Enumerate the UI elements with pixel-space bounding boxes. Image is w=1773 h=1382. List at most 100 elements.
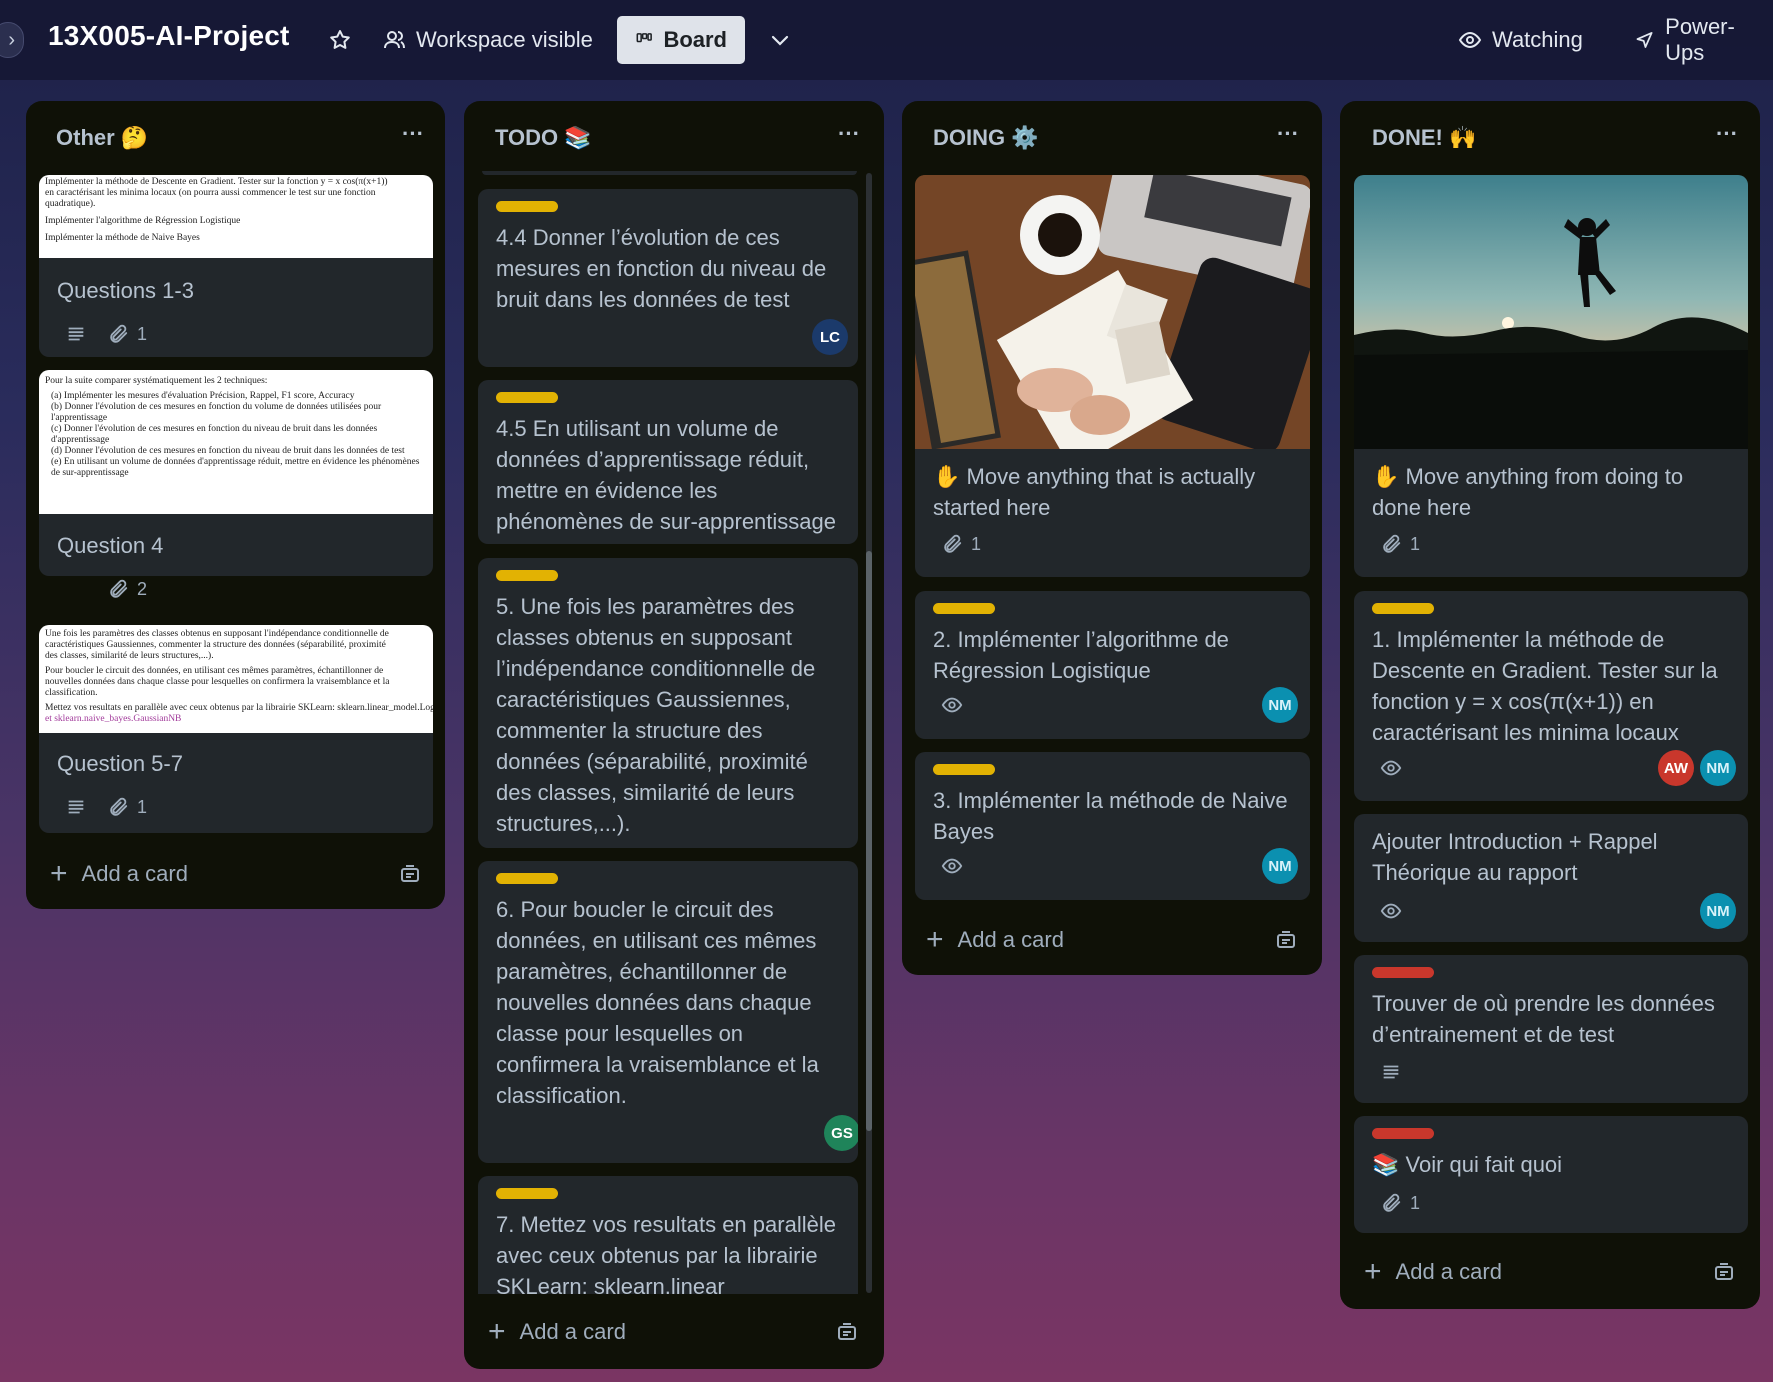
watching-button[interactable]: Watching (1446, 16, 1595, 64)
card-6[interactable]: 6. Pour boucler le circuit des données, … (478, 861, 858, 1163)
card-title: Ajouter Introduction + Rappel Théorique … (1372, 829, 1658, 885)
avatar[interactable]: AW (1658, 750, 1694, 786)
plus-icon: + (50, 857, 68, 890)
card-title: 3. Implémenter la méthode de Naive Bayes (933, 788, 1288, 844)
chevron-down-icon (771, 35, 789, 46)
card-descente-gradient[interactable]: 1. Implémenter la méthode de Descente en… (1354, 591, 1748, 801)
list-title[interactable]: DONE! 🙌 (1372, 125, 1476, 151)
card-4-4[interactable]: 4.4 Donner l’évolution de ces mesures en… (478, 189, 858, 367)
card-donnees-entrainement[interactable]: Trouver de où prendre les données d’entr… (1354, 955, 1748, 1103)
label-yellow (496, 392, 558, 403)
attachments-badge: 1 (107, 323, 147, 345)
card-title: 📚 Voir qui fait quoi (1372, 1152, 1563, 1177)
card-title: 5. Une fois les paramètres des classes o… (496, 594, 816, 836)
card-7[interactable]: 7. Mettez vos resultats en parallèle ave… (478, 1176, 858, 1294)
list-menu-button[interactable]: ··· (396, 121, 430, 151)
board-icon (636, 33, 652, 43)
view-switcher-button[interactable] (756, 16, 804, 64)
card-title: Question 4 (57, 533, 164, 558)
cover-line: nouvelles données dans chaque classe pou… (45, 677, 390, 687)
card-questions-1-3[interactable]: Implémenter la méthode de Descente en Gr… (39, 175, 433, 357)
attachments-count: 1 (971, 533, 982, 554)
list-menu-button[interactable]: ··· (832, 121, 866, 151)
workspace-visibility-button[interactable]: Workspace visible (370, 16, 605, 64)
watching-icon (1380, 903, 1402, 919)
card-4-5[interactable]: 4.5 En utilisant un volume de données d’… (478, 380, 858, 544)
expand-sidebar-button[interactable]: › (0, 22, 24, 58)
plus-icon: + (488, 1315, 506, 1348)
plus-icon: + (1364, 1255, 1382, 1288)
card-title: 4.4 Donner l’évolution de ces mesures en… (496, 225, 827, 312)
label-yellow (933, 764, 995, 775)
cover-line: (c) Donner l'évolution de ces mesures en… (51, 424, 378, 445)
card-introduction-rappel[interactable]: Ajouter Introduction + Rappel Théorique … (1354, 814, 1748, 942)
card-cover-image: Implémenter la méthode de Descente en Gr… (39, 175, 433, 258)
attachments-count: 1 (1410, 533, 1421, 554)
card-move-started[interactable]: ✋ Move anything that is actually started… (915, 175, 1310, 577)
create-from-template-icon[interactable] (1274, 929, 1298, 953)
cover-line: (e) En utilisant un volume de données d'… (51, 457, 420, 478)
avatar[interactable]: NM (1700, 893, 1736, 929)
add-card-button[interactable]: + Add a card (926, 925, 1064, 955)
card-title: Questions 1-3 (57, 278, 194, 303)
card-title: 4.5 En utilisant un volume de données d’… (496, 416, 837, 534)
cover-line: (a) Implémenter les mesures d'évaluation… (51, 391, 355, 401)
list-title[interactable]: Other 🤔 (56, 125, 148, 151)
label-red (1372, 1128, 1434, 1139)
board-view-label: Board (663, 27, 727, 52)
card-5[interactable]: 5. Une fois les paramètres des classes o… (478, 558, 858, 848)
paperclip-icon (110, 324, 128, 343)
list-other: Other 🤔 ··· Implémenter la méthode de De… (26, 101, 445, 909)
list-title[interactable]: TODO 📚 (495, 125, 592, 151)
cover-line: en caractérisant les minima locaux (on p… (45, 188, 376, 198)
list-menu-button[interactable]: ··· (1710, 121, 1744, 151)
card-naive-bayes[interactable]: 3. Implémenter la méthode de Naive Bayes… (915, 752, 1310, 900)
power-ups-button[interactable]: Power-Ups (1622, 14, 1773, 65)
list-todo: TODO 📚 ··· 4.4 Donner l’évolution de ces… (464, 101, 884, 1369)
avatar[interactable]: NM (1700, 750, 1736, 786)
label-yellow (496, 1188, 558, 1199)
avatar[interactable]: NM (1262, 848, 1298, 884)
description-icon (68, 327, 84, 341)
card-title: 1. Implémenter la méthode de Descente en… (1372, 627, 1718, 745)
add-card-button[interactable]: + Add a card (488, 1317, 626, 1347)
label-yellow (496, 873, 558, 884)
card-regression-logistique[interactable]: 2. Implémenter l’algorithme de Régressio… (915, 591, 1310, 739)
add-card-button[interactable]: + Add a card (50, 859, 188, 889)
cover-line: Pour boucler le circuit des données, en … (45, 666, 384, 676)
attachments-count: 1 (137, 323, 148, 344)
paperclip-icon (1383, 534, 1401, 553)
list-scrollbar-thumb[interactable] (866, 551, 872, 1131)
avatar[interactable]: LC (812, 319, 848, 355)
cover-line: Mettez vos resultats en parallèle avec c… (45, 703, 433, 713)
power-ups-label: Power-Ups (1665, 14, 1735, 65)
list-menu-button[interactable]: ··· (1271, 121, 1305, 151)
paperclip-icon (110, 579, 128, 598)
list-done: DONE! 🙌 ··· ✋ Move anything from doing t… (1340, 101, 1760, 1309)
card-question-5-7[interactable]: Une fois les paramètres des classes obte… (39, 625, 433, 833)
create-from-template-icon[interactable] (835, 1321, 859, 1345)
card-move-done[interactable]: ✋ Move anything from doing to done here … (1354, 175, 1748, 577)
board-title[interactable]: 13X005-AI-Project (48, 20, 290, 52)
attachments-badge: 1 (1380, 533, 1420, 555)
add-card-button[interactable]: + Add a card (1364, 1257, 1502, 1287)
card-title: 6. Pour boucler le circuit des données, … (496, 897, 819, 1108)
eye-icon (1458, 31, 1482, 49)
cover-line: classification. (45, 688, 98, 698)
cover-line: (b) Donner l'évolution de ces mesures en… (51, 402, 382, 423)
card-cover-image: Pour la suite comparer systématiquement … (39, 370, 433, 514)
card-question-4[interactable]: Pour la suite comparer systématiquement … (39, 370, 433, 576)
avatar[interactable]: GS (824, 1115, 858, 1151)
cover-line: Pour la suite comparer systématiquement … (45, 376, 268, 386)
create-from-template-icon[interactable] (398, 863, 422, 887)
cover-line: (d) Donner l'évolution de ces mesures en… (51, 446, 405, 456)
avatar[interactable]: NM (1262, 687, 1298, 723)
card-title: Question 5-7 (57, 751, 183, 776)
card-title: ✋ Move anything that is actually started… (933, 464, 1256, 520)
card-voir-qui-fait-quoi[interactable]: 📚 Voir qui fait quoi 1 (1354, 1116, 1748, 1233)
star-board-button[interactable] (316, 16, 364, 64)
list-title[interactable]: DOING ⚙️ (933, 125, 1039, 151)
create-from-template-icon[interactable] (1712, 1261, 1736, 1285)
board-view-button[interactable]: Board (617, 16, 745, 64)
watching-icon (941, 697, 963, 713)
